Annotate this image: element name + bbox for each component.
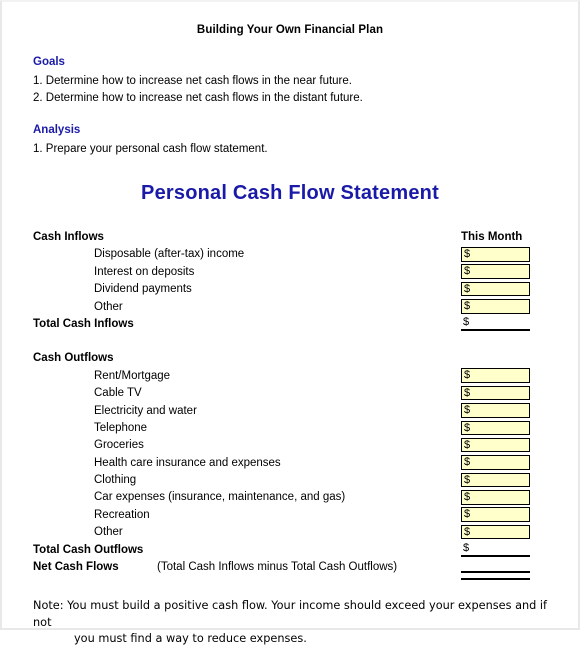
goals-heading: Goals (33, 56, 65, 68)
outflow-input-health-care[interactable]: $ (461, 455, 530, 470)
inflow-input-interest-on-deposits[interactable]: $ (461, 264, 530, 279)
footer-note: Note: You must build a positive cash flo… (33, 598, 553, 648)
column-header-this-month: This Month (461, 231, 523, 243)
table-row: Health care insurance and expenses $ (2, 455, 578, 472)
inflow-label-disposable-income: Disposable (after-tax) income (94, 248, 245, 261)
outflow-label-clothing: Clothing (94, 474, 137, 487)
inflows-total-row: Total Cash Inflows $ (2, 316, 578, 333)
goals-list: 1. Determine how to increase net cash fl… (33, 75, 578, 104)
table-row: Other $ (2, 299, 578, 316)
analysis-item-1: 1. Prepare your personal cash flow state… (33, 143, 268, 155)
inflow-input-dividend-payments[interactable]: $ (461, 281, 530, 297)
total-cash-outflows-value: $ (461, 542, 530, 558)
table-row: Rent/Mortgage $ (2, 368, 578, 385)
outflow-label-health-care: Health care insurance and expenses (94, 456, 281, 469)
cash-flow-statement: Cash Inflows This Month Disposable (afte… (2, 229, 578, 581)
outflow-label-other: Other (94, 526, 123, 539)
inflows-header-row: Cash Inflows This Month (2, 229, 578, 246)
inflows-rows: Disposable (after-tax) income $ Interest… (2, 246, 578, 316)
table-row: Groceries $ (2, 437, 578, 454)
table-row: Clothing $ (2, 472, 578, 489)
outflow-label-car-expenses: Car expenses (insurance, maintenance, an… (94, 491, 346, 504)
outflow-input-groceries[interactable]: $ (461, 437, 530, 453)
table-row: Cable TV $ (2, 385, 578, 402)
outflow-input-rent-mortgage[interactable]: $ (461, 368, 530, 383)
goals-section: Goals 1. Determine how to increase net c… (33, 56, 578, 155)
statement-title: Personal Cash Flow Statement (141, 182, 439, 204)
table-row: Disposable (after-tax) income $ (2, 246, 578, 263)
outflow-input-telephone[interactable]: $ (461, 420, 530, 436)
worksheet-page: Building Your Own Financial Plan Goals 1… (0, 0, 580, 645)
net-cash-flows-row: Net Cash Flows (Total Cash Inflows minus… (2, 559, 578, 581)
inflow-label-dividend-payments: Dividend payments (94, 283, 192, 296)
net-cash-flows-formula-note: (Total Cash Inflows minus Total Cash Out… (157, 561, 398, 574)
outflows-header-row: Cash Outflows (2, 350, 578, 367)
outflow-label-rent-mortgage: Rent/Mortgage (94, 369, 171, 382)
table-row: Dividend payments $ (2, 281, 578, 298)
outflow-label-telephone: Telephone (94, 421, 148, 434)
page-title: Building Your Own Financial Plan (196, 24, 384, 36)
outflow-input-car-expenses[interactable]: $ (461, 490, 530, 505)
table-row: Electricity and water $ (2, 403, 578, 420)
total-cash-inflows-value: $ (461, 316, 530, 332)
footer-note-line-1: Note: You must build a positive cash flo… (33, 599, 548, 629)
outflow-input-other[interactable]: $ (461, 524, 530, 540)
outflow-input-clothing[interactable]: $ (461, 472, 530, 488)
outflow-label-recreation: Recreation (94, 508, 150, 521)
outflow-input-cable-tv[interactable]: $ (461, 385, 530, 401)
goals-item-1: 1. Determine how to increase net cash fl… (33, 75, 352, 87)
net-cash-flows-double-rule (461, 571, 530, 581)
inflows-heading: Cash Inflows (33, 231, 104, 243)
total-cash-outflows-label: Total Cash Outflows (33, 543, 144, 556)
inflow-input-other[interactable]: $ (461, 299, 530, 314)
outflow-label-cable-tv: Cable TV (94, 387, 142, 400)
total-cash-inflows-label: Total Cash Inflows (33, 317, 134, 330)
outflows-rows: Rent/Mortgage $ Cable TV $ Electricity a… (2, 368, 578, 542)
table-row: Car expenses (insurance, maintenance, an… (2, 489, 578, 506)
outflow-input-electricity-and-water[interactable]: $ (461, 403, 530, 418)
table-row: Other $ (2, 524, 578, 541)
table-row: Recreation $ (2, 507, 578, 524)
outflow-label-electricity-and-water: Electricity and water (94, 404, 197, 417)
table-row: Interest on deposits $ (2, 264, 578, 281)
analysis-heading: Analysis (33, 124, 81, 136)
outflows-total-row: Total Cash Outflows $ (2, 542, 578, 559)
inflow-label-other: Other (94, 300, 123, 313)
inflow-label-interest-on-deposits: Interest on deposits (94, 265, 195, 278)
analysis-list: 1. Prepare your personal cash flow state… (33, 143, 578, 155)
footer-note-line-2: you must find a way to reduce expenses. (74, 632, 307, 646)
outflow-label-groceries: Groceries (94, 439, 144, 452)
inflow-input-disposable-income[interactable]: $ (461, 246, 530, 262)
outflow-input-recreation[interactable]: $ (461, 507, 530, 523)
table-row: Telephone $ (2, 420, 578, 437)
goals-item-2: 2. Determine how to increase net cash fl… (33, 92, 363, 104)
outflows-heading: Cash Outflows (33, 352, 114, 365)
net-cash-flows-label: Net Cash Flows (33, 561, 119, 574)
